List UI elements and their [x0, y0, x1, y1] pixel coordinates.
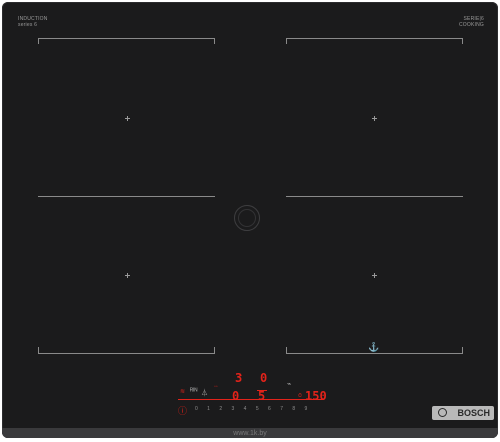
hob-control-icon[interactable]: ⌁: [287, 380, 291, 388]
zone-center-mark: [125, 116, 130, 121]
zone-marking-top-right: [286, 38, 463, 39]
zone-divider-right: [286, 196, 463, 197]
wifi-icon[interactable]: ≋: [180, 388, 185, 395]
zone-corner: [38, 347, 39, 353]
timer-display-right: 0: [260, 371, 268, 385]
slider-scale: 0 1 2 3 4 5 6 7 8 9: [195, 406, 312, 412]
zone-marking-top-left: [38, 38, 215, 39]
zone-level-display: 0: [232, 389, 240, 403]
zone-center-mark: [125, 273, 130, 278]
zone-corner: [286, 347, 287, 353]
bosch-logo: [438, 408, 447, 417]
timer-dot: ▪: [240, 373, 242, 379]
zone-center-mark: [372, 273, 377, 278]
model-label-right-line2: COOKING: [458, 22, 484, 28]
zone-divider-left: [38, 196, 215, 197]
model-label-right: SERIE|6 COOKING: [459, 16, 484, 28]
watermark: www.1k.by: [233, 430, 267, 437]
zone-corner: [462, 38, 463, 44]
power-button-icon[interactable]: ⓘ: [178, 404, 187, 417]
zone-indicator-line: [257, 390, 267, 391]
brand-name: BOSCH: [457, 408, 490, 418]
heat-icon[interactable]: ⏃: [201, 388, 208, 398]
zone-center-mark: [372, 116, 377, 121]
zone-corner: [286, 38, 287, 44]
brand-badge: BOSCH: [432, 406, 494, 420]
zone-corner: [38, 38, 39, 44]
model-label-left-line2: series 6: [18, 22, 38, 28]
zone-marking-bottom-right: [286, 353, 463, 354]
pan-icon: ⚓: [368, 342, 380, 352]
center-ring-mark: [238, 209, 256, 227]
model-label-left: INDUCTION series 6: [18, 16, 48, 28]
zone-level-display-right: 5: [258, 389, 266, 403]
zone-corner: [214, 347, 215, 353]
zone-dots-icon: ▫▫: [214, 384, 218, 390]
zone-corner: [462, 347, 463, 353]
zone-corner: [214, 38, 215, 44]
mode-label: ᴿᴵᴺ: [190, 388, 198, 395]
power-slider[interactable]: [178, 399, 324, 400]
zone-marking-bottom-left: [38, 353, 215, 354]
clock-display: 150: [305, 389, 327, 403]
cooktop-surface: INDUCTION series 6 SERIE|6 COOKING ⚓ 3 0…: [2, 2, 498, 438]
